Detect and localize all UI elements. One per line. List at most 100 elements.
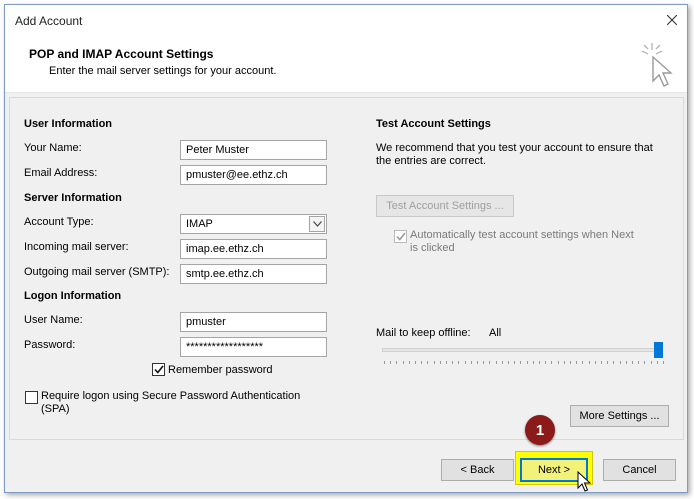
offline-label: Mail to keep offline: <box>376 327 471 339</box>
slider-tick <box>650 361 652 364</box>
user-name-input[interactable] <box>180 312 327 332</box>
email-address-label: Email Address: <box>24 167 98 179</box>
slider-tick <box>489 361 491 364</box>
slider-tick <box>632 361 633 364</box>
slider-tick <box>656 361 658 364</box>
chevron-down-icon <box>309 216 325 232</box>
slider-tick <box>415 361 416 364</box>
slider-tick <box>576 361 578 364</box>
add-account-dialog: Add Account POP and IMAP Account Setting… <box>4 4 688 493</box>
offline-slider-track[interactable] <box>382 348 663 352</box>
slider-tick <box>563 361 565 364</box>
title-bar: Add Account <box>5 5 687 35</box>
check-icon <box>395 232 406 241</box>
slider-tick <box>520 361 522 364</box>
email-address-input[interactable] <box>180 165 327 185</box>
slider-tick <box>557 361 559 364</box>
server-info-heading: Server Information <box>24 192 122 204</box>
settings-panel: User Information Your Name: Email Addres… <box>9 97 684 440</box>
slider-tick <box>433 361 435 364</box>
slider-tick <box>384 361 385 364</box>
slider-tick <box>446 361 447 364</box>
slider-tick <box>607 361 609 364</box>
account-type-value: IMAP <box>186 218 213 230</box>
account-type-select[interactable]: IMAP <box>180 214 327 234</box>
your-name-input[interactable] <box>180 140 327 160</box>
incoming-server-label: Incoming mail server: <box>24 241 129 253</box>
slider-tick <box>408 361 410 364</box>
dialog-body: User Information Your Name: Email Addres… <box>5 93 687 492</box>
account-type-label: Account Type: <box>24 216 94 228</box>
header-subtitle: Enter the mail server settings for your … <box>49 65 277 77</box>
slider-tick <box>427 361 429 364</box>
incoming-server-input[interactable] <box>180 239 327 259</box>
slider-tick <box>390 361 392 364</box>
slider-tick <box>532 361 534 364</box>
slider-tick <box>613 361 615 364</box>
spa-label-continued: (SPA) <box>41 403 70 415</box>
remember-password-checkbox[interactable] <box>152 363 165 376</box>
slider-tick <box>464 361 466 364</box>
slider-tick <box>663 361 664 364</box>
user-name-label: User Name: <box>24 314 83 326</box>
auto-test-checkbox[interactable] <box>394 230 407 243</box>
test-settings-description-continued: the entries are correct. <box>376 155 487 167</box>
slider-tick <box>483 361 485 364</box>
close-button[interactable] <box>663 11 681 29</box>
slider-tick <box>570 361 571 364</box>
slider-tick <box>545 361 547 364</box>
slider-tick <box>644 361 646 364</box>
cancel-button[interactable]: Cancel <box>603 459 676 481</box>
check-icon <box>153 365 164 374</box>
dialog-header: POP and IMAP Account Settings Enter the … <box>5 35 687 93</box>
slider-tick <box>625 361 627 364</box>
slider-tick <box>514 361 516 364</box>
header-title: POP and IMAP Account Settings <box>29 47 214 61</box>
step-badge: 1 <box>525 415 555 445</box>
test-settings-heading: Test Account Settings <box>376 118 491 130</box>
more-settings-button[interactable]: More Settings ... <box>570 405 669 427</box>
mouse-pointer-icon <box>577 471 591 492</box>
slider-tick <box>539 361 540 364</box>
password-input[interactable] <box>180 337 327 357</box>
slider-tick <box>477 361 478 364</box>
remember-password-label: Remember password <box>168 364 273 376</box>
test-account-settings-button[interactable]: Test Account Settings ... <box>376 195 514 217</box>
spa-checkbox[interactable] <box>25 391 38 404</box>
close-icon <box>667 15 677 25</box>
slider-tick <box>594 361 596 364</box>
offline-slider-ticks <box>384 361 664 365</box>
slider-tick <box>508 361 509 364</box>
offline-slider-thumb[interactable] <box>654 342 663 358</box>
slider-tick <box>402 361 404 364</box>
spa-label: Require logon using Secure Password Auth… <box>41 390 301 402</box>
auto-test-label: Automatically test account settings when… <box>410 229 634 241</box>
slider-tick <box>452 361 454 364</box>
slider-tick <box>470 361 472 364</box>
back-button[interactable]: < Back <box>441 459 514 481</box>
click-cursor-icon <box>641 43 673 87</box>
slider-tick <box>495 361 497 364</box>
slider-tick <box>638 361 640 364</box>
your-name-label: Your Name: <box>24 142 82 154</box>
outgoing-server-input[interactable] <box>180 264 327 284</box>
outgoing-server-label: Outgoing mail server (SMTP): <box>24 266 170 278</box>
slider-tick <box>601 361 602 364</box>
offline-value: All <box>489 327 502 339</box>
logon-info-heading: Logon Information <box>24 290 122 302</box>
window-title: Add Account <box>15 14 83 28</box>
slider-tick <box>501 361 503 364</box>
auto-test-label-continued: is clicked <box>410 242 455 254</box>
slider-tick <box>619 361 621 364</box>
slider-tick <box>588 361 590 364</box>
password-label: Password: <box>24 339 76 351</box>
slider-tick <box>421 361 423 364</box>
slider-tick <box>439 361 441 364</box>
slider-tick <box>458 361 460 364</box>
slider-tick <box>582 361 584 364</box>
slider-tick <box>526 361 528 364</box>
user-info-heading: User Information <box>24 118 113 130</box>
slider-tick <box>396 361 398 364</box>
test-settings-description: We recommend that you test your account … <box>376 142 653 154</box>
slider-tick <box>551 361 553 364</box>
